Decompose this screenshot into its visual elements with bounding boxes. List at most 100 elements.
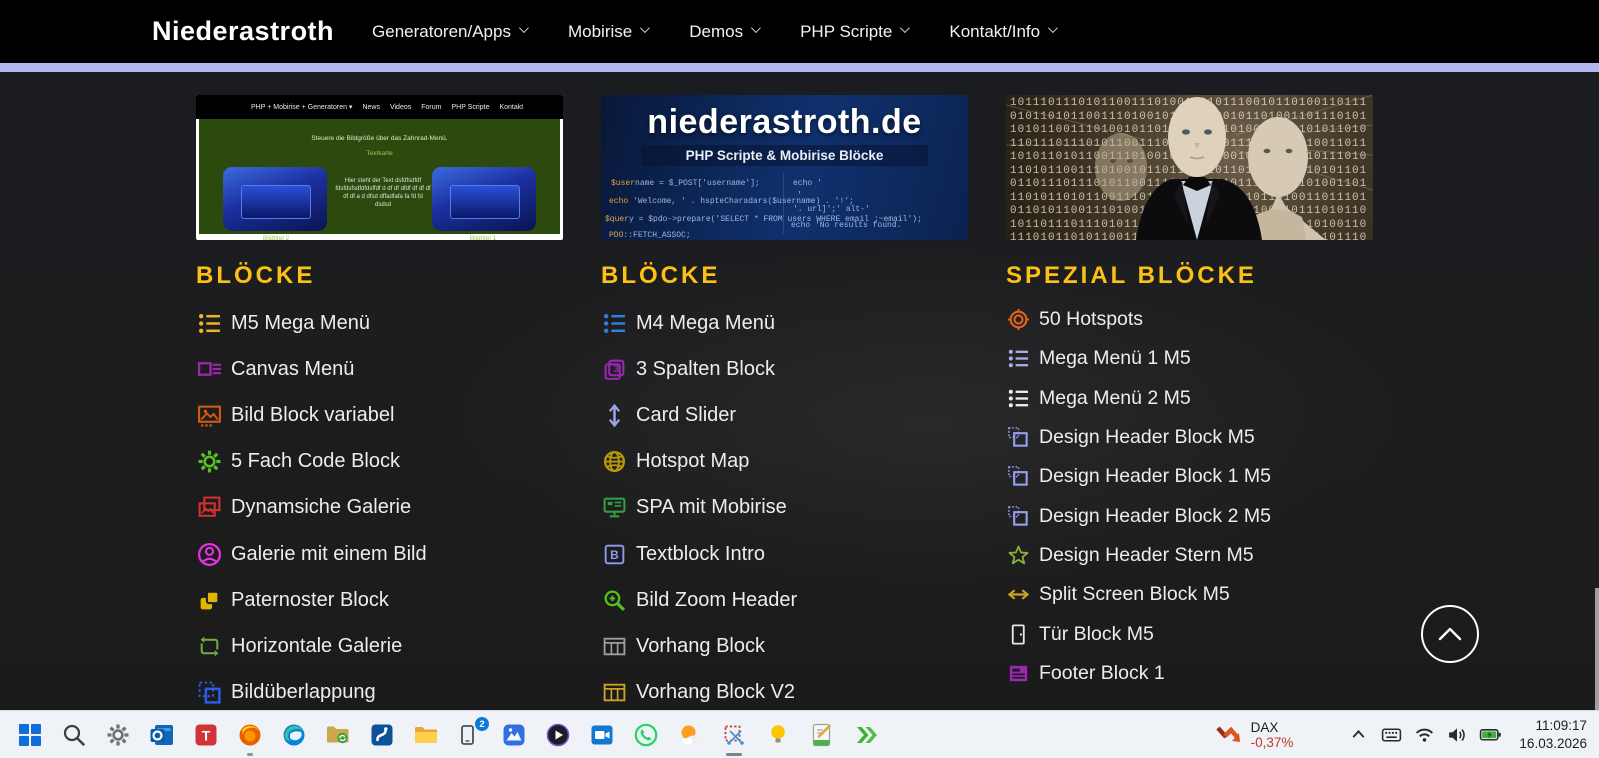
taskbar-clock[interactable]: 11:09:17 16.03.2026 bbox=[1519, 717, 1587, 752]
tray-wifi-icon[interactable] bbox=[1411, 722, 1437, 748]
block-link-mega-men-1-m5[interactable]: Mega Menü 1 M5 bbox=[1006, 339, 1373, 378]
taskbar-icon-lightbulb[interactable] bbox=[764, 721, 791, 748]
block-link-textblock-intro[interactable]: BTextblock Intro bbox=[601, 531, 968, 577]
block-link-canvas-men-[interactable]: Canvas Menü bbox=[196, 346, 563, 392]
taskbar-icon-edge[interactable] bbox=[280, 721, 307, 748]
taskbar-icon-office-red-t[interactable]: T bbox=[192, 721, 219, 748]
block-link-design-header-block-m5[interactable]: Design Header Block M5 bbox=[1006, 418, 1373, 457]
block-link-3-spalten-block[interactable]: 3 3 Spalten Block bbox=[601, 346, 968, 392]
thumbnail-mannequins: 1011101110101100111010010110111001011010… bbox=[1006, 95, 1373, 240]
block-link-mega-men-2-m5[interactable]: Mega Menü 2 M5 bbox=[1006, 379, 1373, 418]
block-link-label: Design Header Block 2 M5 bbox=[1039, 505, 1271, 528]
site-brand[interactable]: Niederastroth bbox=[152, 16, 334, 47]
tray-chevron-up-icon[interactable] bbox=[1345, 722, 1371, 748]
block-link-5-fach-code-block[interactable]: 5 Fach Code Block bbox=[196, 439, 563, 485]
taskbar-icon-firefox[interactable] bbox=[236, 721, 263, 748]
gear-icon bbox=[196, 449, 222, 475]
svg-text:T: T bbox=[201, 727, 210, 743]
thumb1-nav-link: News bbox=[362, 104, 380, 111]
block-link-galerie-mit-einem-bild[interactable]: Galerie mit einem Bild bbox=[196, 531, 563, 577]
block-link-label: Horizontale Galerie bbox=[231, 635, 402, 658]
taskbar-icon-media-player[interactable] bbox=[544, 721, 571, 748]
block-link-m4-mega-men-[interactable]: M4 Mega Menü bbox=[601, 300, 968, 346]
taskbar-icon-screen-recorder[interactable] bbox=[588, 721, 615, 748]
block-link-vorhang-block-v2[interactable]: Vorhang Block V2 bbox=[601, 670, 968, 716]
block-link-paternoster-block[interactable]: Paternoster Block bbox=[196, 577, 563, 623]
taskbar-icon-settings[interactable] bbox=[104, 721, 131, 748]
block-link-label: Dynamsiche Galerie bbox=[231, 496, 411, 519]
thumb1-body: Steuere die Bildgröße über das Zahnrad-M… bbox=[199, 119, 560, 234]
taskbar-icon-weather[interactable] bbox=[676, 721, 703, 748]
chevron-down-icon bbox=[519, 23, 529, 33]
block-link-label: Design Header Stern M5 bbox=[1039, 544, 1254, 567]
taskbar-icon-start-button[interactable] bbox=[16, 721, 43, 748]
block-link-label: M5 Mega Menü bbox=[231, 312, 370, 335]
v-arrows-icon bbox=[601, 402, 627, 428]
block-link-vorhang-block[interactable]: Vorhang Block bbox=[601, 623, 968, 669]
system-tray bbox=[1345, 722, 1503, 748]
stack3-icon: 3 bbox=[601, 356, 627, 382]
taskbar-icon-folder-sync[interactable] bbox=[324, 721, 351, 748]
tray-keyboard-icon[interactable] bbox=[1378, 722, 1404, 748]
block-link-50-hotspots[interactable]: 50 Hotspots bbox=[1006, 300, 1373, 339]
column3-heading: SPEZIAL BLÖCKE bbox=[1006, 262, 1373, 290]
block-link-split-screen-block-m5[interactable]: Split Screen Block M5 bbox=[1006, 575, 1373, 614]
thumb1-nav-link: Videos bbox=[390, 104, 411, 111]
taskbar-icon-notes[interactable] bbox=[808, 721, 835, 748]
thumb2-subtitle: PHP Scripte & Mobirise Blöcke bbox=[641, 145, 928, 166]
block-link-label: Mega Menü 1 M5 bbox=[1039, 347, 1191, 370]
nav-item-php-scripte[interactable]: PHP Scripte bbox=[800, 22, 907, 42]
door-icon bbox=[1006, 622, 1030, 646]
star-icon bbox=[1006, 543, 1030, 567]
block-link-t-r-block-m5[interactable]: Tür Block M5 bbox=[1006, 614, 1373, 653]
block-link-design-header-block-1-m5[interactable]: Design Header Block 1 M5 bbox=[1006, 457, 1373, 496]
taskbar-icon-file-explorer[interactable] bbox=[412, 721, 439, 748]
block-link-dynamsiche-galerie[interactable]: Dynamsiche Galerie bbox=[196, 485, 563, 531]
vertical-scrollbar-thumb[interactable] bbox=[1595, 588, 1599, 710]
dashed-overlap-icon bbox=[196, 680, 222, 706]
block-link-horizontale-galerie[interactable]: Horizontale Galerie bbox=[196, 623, 563, 669]
thumb1-card-label: Textkarte bbox=[199, 150, 560, 157]
thumb2-code-line: ' bbox=[797, 191, 802, 200]
column-bloecke-2: niederastroth.de PHP Scripte & Mobirise … bbox=[601, 95, 968, 716]
block-link-design-header-block-2-m5[interactable]: Design Header Block 2 M5 bbox=[1006, 496, 1373, 535]
taskbar-icon-whatsapp[interactable] bbox=[632, 721, 659, 748]
block-link-bild-block-variabel[interactable]: Bild Block variabel bbox=[196, 392, 563, 438]
target-icon bbox=[1006, 308, 1030, 332]
thumb1-caption-left: Bildtitel 2 Beliebiger Text oder Beschre… bbox=[201, 235, 351, 240]
nav-item-kontakt-info[interactable]: Kontakt/Info bbox=[949, 22, 1055, 42]
overlap-squares-icon bbox=[196, 587, 222, 613]
tray-battery-icon[interactable] bbox=[1477, 722, 1503, 748]
taskbar-icon-outlook[interactable] bbox=[148, 721, 175, 748]
block-link-design-header-stern-m5[interactable]: Design Header Stern M5 bbox=[1006, 536, 1373, 575]
column1-items: M5 Mega Menü Canvas MenüBild Block variab… bbox=[196, 300, 563, 716]
thumb2-code-line: echo 'No results found. bbox=[791, 221, 901, 230]
taskbar-icon-green-arrows[interactable] bbox=[852, 721, 879, 748]
taskbar-icon-search[interactable] bbox=[60, 721, 87, 748]
block-link-bild-berlappung[interactable]: Bildüberlappung bbox=[196, 670, 563, 716]
block-link-card-slider[interactable]: Card Slider bbox=[601, 392, 968, 438]
zoom-plus-icon bbox=[601, 587, 627, 613]
nav-item-demos[interactable]: Demos bbox=[689, 22, 758, 42]
taskbar-icon-snipping-tool[interactable] bbox=[720, 721, 747, 748]
block-link-footer-block-1[interactable]: Footer Block 1 bbox=[1006, 654, 1373, 693]
stock-widget-dax[interactable]: DAX -0,37% bbox=[1214, 720, 1294, 750]
block-link-m5-mega-men-[interactable]: M5 Mega Menü bbox=[196, 300, 563, 346]
block-link-spa-mit-mobirise[interactable]: SPA mit Mobirise bbox=[601, 485, 968, 531]
taskbar-icon-photos[interactable] bbox=[500, 721, 527, 748]
chevron-down-icon bbox=[640, 23, 650, 33]
column1-heading: BLÖCKE bbox=[196, 262, 563, 290]
scroll-to-top-button[interactable] bbox=[1421, 605, 1479, 663]
taskbar-icon-phone-link[interactable]: 2 bbox=[456, 721, 483, 748]
nav-item-mobirise[interactable]: Mobirise bbox=[568, 22, 647, 42]
block-link-bild-zoom-header[interactable]: Bild Zoom Header bbox=[601, 577, 968, 623]
taskbar-icon-paintshop[interactable] bbox=[368, 721, 395, 748]
nav-item-generatoren-apps[interactable]: Generatoren/Apps bbox=[372, 22, 526, 42]
thumb1-line: Steuere die Bildgröße über das Zahnrad-M… bbox=[199, 135, 560, 142]
svg-text:3: 3 bbox=[613, 364, 619, 375]
thumb1-image-right bbox=[432, 167, 536, 231]
block-link-label: Bild Zoom Header bbox=[636, 589, 797, 612]
block-link-label: 3 Spalten Block bbox=[636, 358, 775, 381]
tray-volume-icon[interactable] bbox=[1444, 722, 1470, 748]
block-link-hotspot-map[interactable]: Hotspot Map bbox=[601, 439, 968, 485]
